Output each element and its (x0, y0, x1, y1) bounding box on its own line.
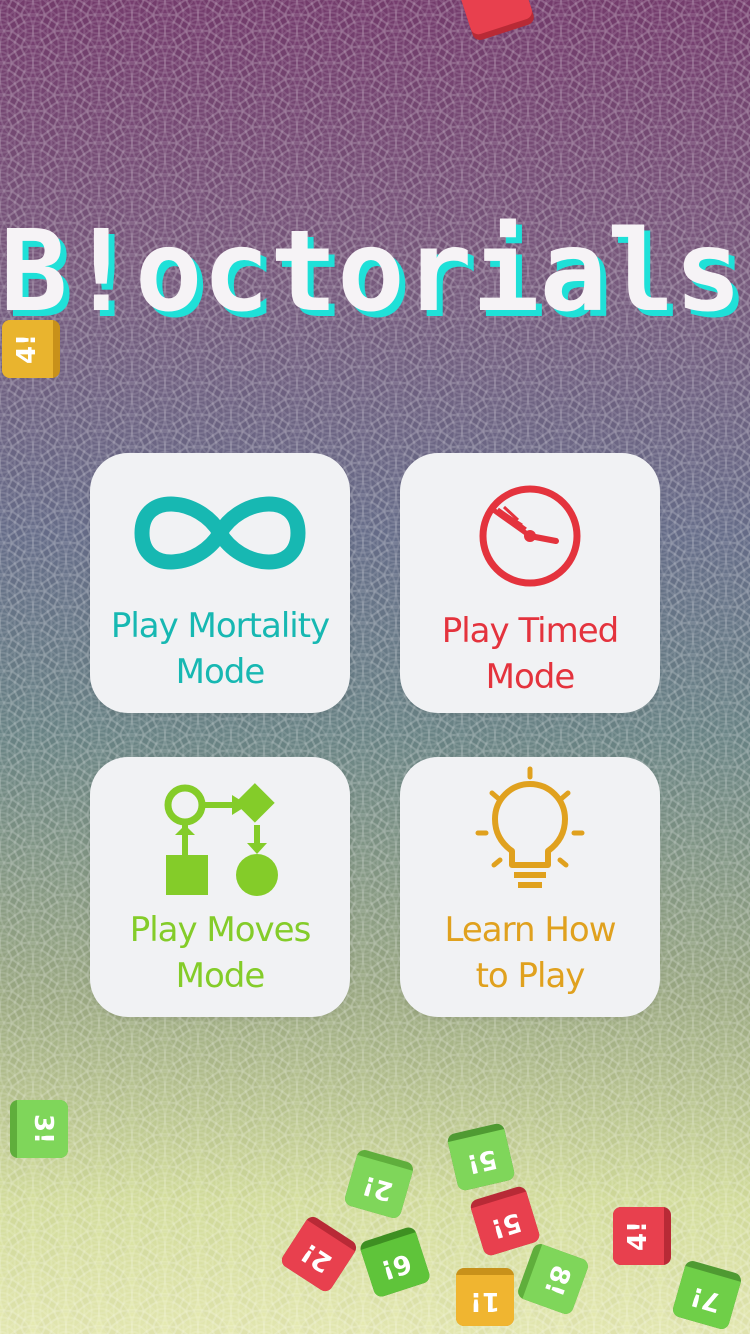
learn-how-to-play-button[interactable]: Learn How to Play (400, 757, 660, 1017)
mortality-label-line2: Mode (175, 652, 266, 692)
moves-label-line2: Mode (175, 956, 266, 996)
infinity-icon (134, 496, 306, 570)
number-block: 3! (10, 1100, 68, 1158)
game-screen: B!octorials B!octorials Play Mortality M… (0, 0, 750, 1334)
number-block: 1! (456, 1268, 514, 1326)
timed-label-line1: Play Timed (441, 611, 620, 651)
moves-label-line1: Play Moves (129, 910, 312, 950)
logo-text: B!octorials (0, 210, 742, 337)
play-timed-mode-button[interactable]: Play Timed Mode (400, 453, 660, 713)
lightbulb-icon (475, 766, 585, 888)
timed-label-line2: Mode (485, 657, 576, 697)
learn-label-line2: to Play (475, 956, 586, 996)
play-mortality-mode-button[interactable]: Play Mortality Mode (90, 453, 350, 713)
play-moves-mode-button[interactable]: Play Moves Mode (90, 757, 350, 1017)
number-block: 4! (2, 320, 60, 378)
game-logo: B!octorials B!octorials (0, 210, 748, 340)
flowchart-icon (164, 783, 278, 896)
stopwatch-icon (479, 485, 581, 587)
learn-label-line1: Learn How (444, 910, 616, 950)
number-block: 4! (613, 1207, 671, 1265)
mortality-label-line1: Play Mortality (110, 606, 330, 646)
